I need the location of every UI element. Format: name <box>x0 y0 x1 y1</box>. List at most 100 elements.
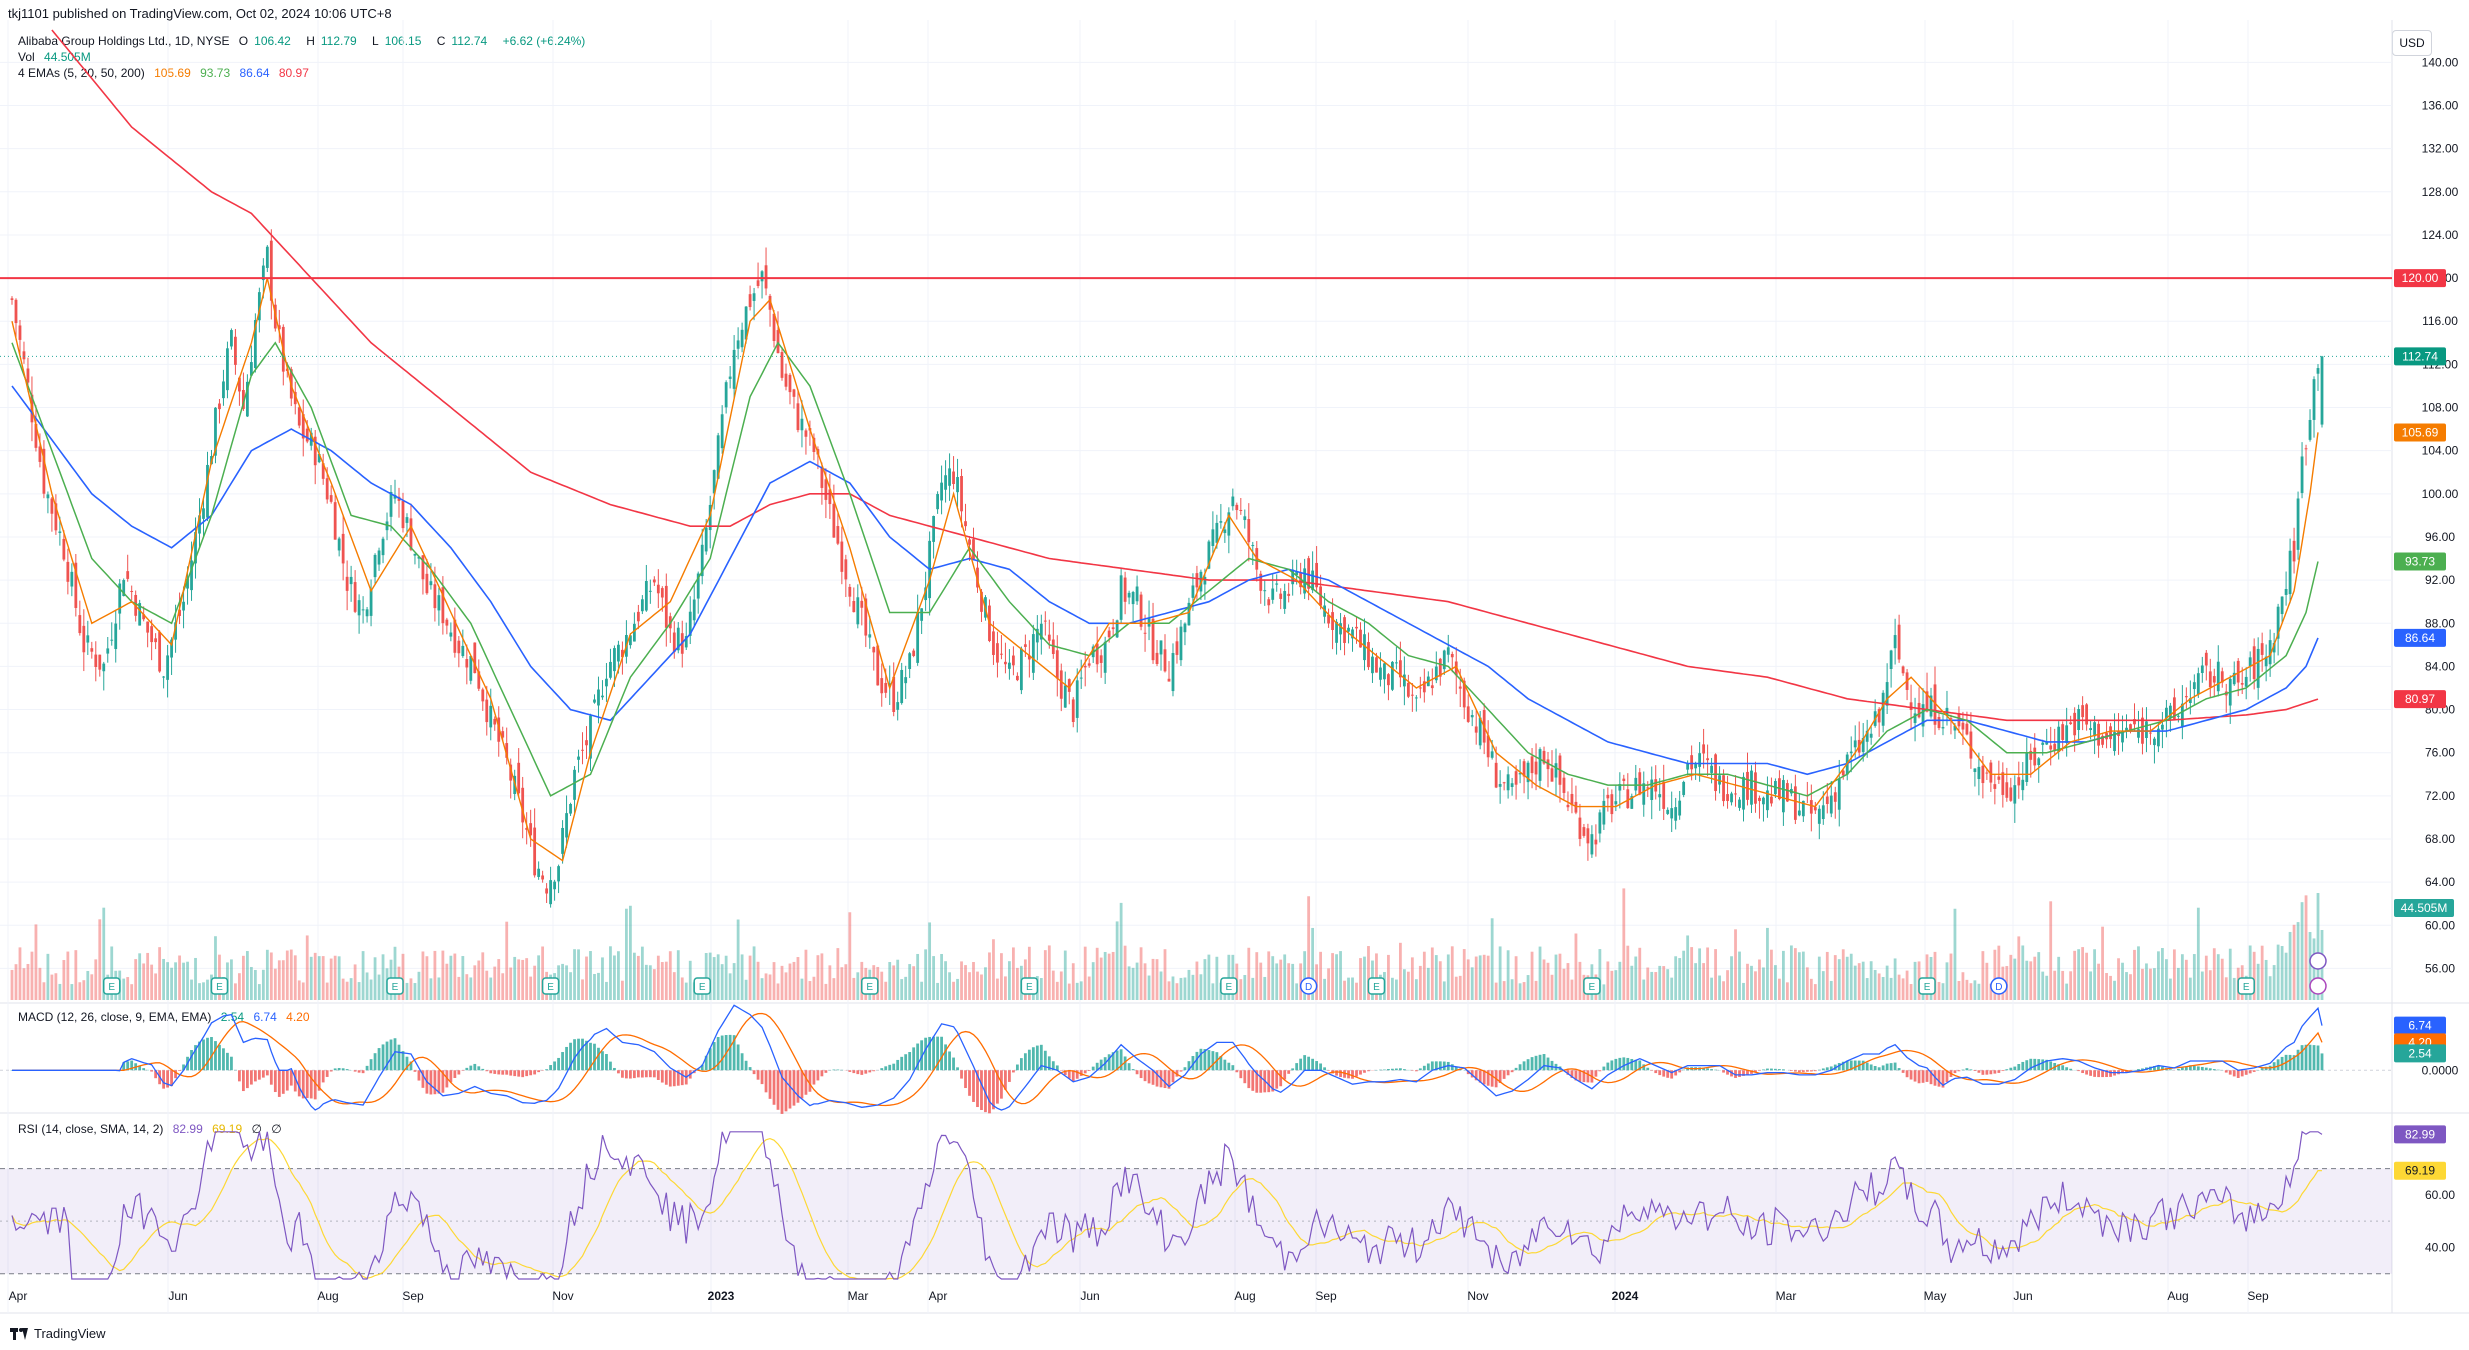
macd-hist-bar <box>808 1070 812 1092</box>
volume-bar <box>58 983 62 1000</box>
volume-bar <box>920 981 924 1000</box>
volume-bar <box>1466 959 1470 1000</box>
volume-bar <box>1626 945 1630 1000</box>
candle-body <box>66 561 70 582</box>
volume-bar <box>652 969 656 1000</box>
volume-bar <box>1063 950 1067 1000</box>
macd-hist-bar <box>249 1070 253 1085</box>
volume-bar <box>34 924 38 1000</box>
volume-bar <box>2089 971 2092 1000</box>
candle-body <box>1710 765 1713 773</box>
volume-bar <box>421 951 425 1000</box>
candle-body <box>1849 751 1853 754</box>
volume-bar <box>2232 977 2236 1000</box>
volume-bar <box>94 959 98 1000</box>
volume-bar <box>505 921 509 1000</box>
candle-body <box>2200 665 2204 674</box>
volume-bar <box>1662 966 1666 1000</box>
candle-body <box>1223 529 1227 534</box>
candle-body <box>485 699 489 723</box>
candle-body <box>748 294 752 308</box>
candle-body <box>405 517 409 523</box>
time-tick-label: Mar <box>1776 1289 1797 1303</box>
volume-bar <box>820 953 824 1000</box>
macd-hist-bar <box>1035 1045 1039 1071</box>
volume-bar <box>1622 888 1626 1000</box>
volume-bar <box>668 951 672 1000</box>
candle-body <box>130 590 134 592</box>
candle-body <box>1941 727 1945 729</box>
volume-bar <box>2288 931 2292 1000</box>
volume-bar <box>1909 984 1913 1000</box>
candle-body <box>1211 529 1215 547</box>
candle-body <box>852 600 856 613</box>
chart-canvas[interactable]: E E E E E E E E D E E E D E 140.00 136.00 132.00 128.00 1… <box>0 0 2469 1350</box>
volume-bar <box>1414 979 1418 1000</box>
volume-bar <box>1004 976 1007 1000</box>
volume-bar <box>1255 952 1259 1000</box>
volume-bar <box>2212 948 2216 1000</box>
volume-bar <box>808 981 812 1000</box>
volume-bar <box>1965 979 1969 1000</box>
volume-bar <box>796 957 800 1000</box>
candle-body <box>900 669 904 704</box>
macd-hist-bar <box>1430 1061 1434 1071</box>
macd-hist-bar <box>621 1070 624 1078</box>
volume-bar <box>1614 970 1618 1000</box>
volume-bar <box>285 950 289 1000</box>
price-tick-label: 124.00 <box>2422 228 2459 242</box>
ema200-line <box>51 29 2319 722</box>
candle-body <box>1502 782 1506 784</box>
volume-bar <box>2057 956 2061 1000</box>
candle-body <box>2161 724 2164 730</box>
volume-bar <box>1410 957 1414 1000</box>
macd-hist-bar <box>377 1048 381 1071</box>
volume-bar <box>2021 945 2025 1000</box>
macd-hist-bar <box>178 1070 181 1071</box>
volume-bar <box>2117 958 2120 1000</box>
volume-bar <box>1785 982 1789 1000</box>
macd-hist-bar <box>2001 1070 2005 1072</box>
candle-body <box>1634 777 1638 791</box>
candle-body <box>1754 772 1757 804</box>
volume-bar <box>497 959 501 1000</box>
macd-hist-bar <box>565 1046 568 1071</box>
macd-hist-bar <box>1885 1063 1889 1071</box>
volume-bar <box>1091 962 1095 1000</box>
macd-hist-bar <box>2240 1070 2244 1077</box>
macd-hist-bar <box>1283 1070 1287 1080</box>
event-markers: EEEEEEEEDEEEDE <box>102 952 2327 995</box>
macd-hist-bar <box>397 1044 401 1071</box>
volume-bar <box>150 964 154 1000</box>
candle-body <box>1430 685 1434 689</box>
candle-body <box>1004 661 1007 665</box>
macd-hist-bar <box>613 1067 616 1071</box>
macd-hist-bar <box>1239 1070 1243 1079</box>
tradingview-logo[interactable]: TradingView <box>10 1326 106 1341</box>
volume-bar <box>1801 951 1805 1000</box>
candle-body <box>226 348 229 391</box>
macd-hist-bar <box>1259 1070 1263 1093</box>
macd-hist-bar <box>1139 1070 1143 1079</box>
volume-bar <box>1406 971 1410 1000</box>
macd-hist-bar <box>309 1070 313 1099</box>
volume-bar <box>2013 958 2017 1000</box>
volume-bar <box>289 949 293 1000</box>
macd-hist-bar <box>489 1070 493 1074</box>
volume-bar <box>1610 970 1614 1000</box>
volume-bar <box>1789 945 1793 1000</box>
volume-bar <box>1650 971 1654 1000</box>
macd-hist-bar <box>545 1069 549 1071</box>
volume-bar <box>1738 951 1741 1000</box>
candle-body <box>1606 794 1610 799</box>
candle-body <box>1698 753 1702 767</box>
volume-bar <box>1746 963 1749 1000</box>
candle-body <box>337 538 341 551</box>
volume-bar <box>1658 965 1662 1000</box>
volume-bar <box>2009 954 2013 1000</box>
candle-body <box>652 579 656 583</box>
volume-bar <box>1123 945 1127 1000</box>
volume-bar <box>756 961 760 1000</box>
macd-hist-bar <box>505 1070 509 1075</box>
macd-hist-bar <box>648 1070 652 1078</box>
